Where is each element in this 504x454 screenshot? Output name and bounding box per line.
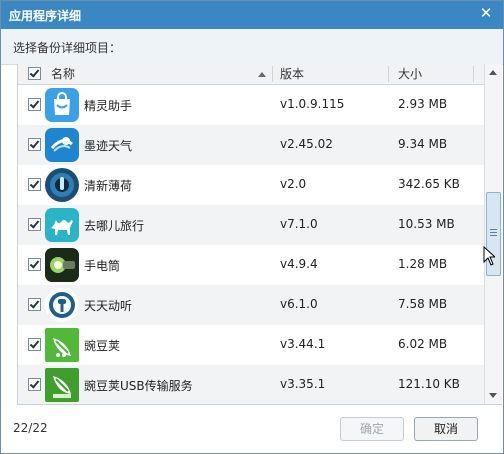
- close-icon[interactable]: ✕: [475, 3, 497, 23]
- app-version: v3.35.1: [280, 377, 326, 391]
- instruction-text: 选择备份详细项目：: [13, 41, 122, 55]
- app-name: 去哪儿旅行: [84, 219, 145, 233]
- peapod-icon: [45, 328, 79, 362]
- app-name: 墨迹天气: [84, 139, 133, 153]
- shopping-bag-icon: [45, 88, 79, 122]
- app-version: v2.45.02: [280, 137, 333, 151]
- app-size: 121.10 KB: [398, 377, 460, 391]
- mouse-cursor-icon: [483, 246, 495, 266]
- row-checkbox[interactable]: [28, 378, 41, 391]
- app-version: v1.0.9.115: [280, 97, 345, 111]
- table-row[interactable]: 豌豆荚USB传输服务 v3.35.1 121.10 KB: [18, 365, 484, 404]
- title-bar: 应用程序详细 ✕: [1, 1, 503, 29]
- grip-line: [490, 235, 497, 236]
- app-name: 手电筒: [84, 259, 121, 273]
- selection-count: 22/22: [13, 421, 48, 435]
- row-checkbox[interactable]: [28, 218, 41, 231]
- app-version: v2.0: [280, 177, 307, 191]
- table-row[interactable]: 豌豆荚 v3.44.1 6.02 MB: [18, 325, 484, 365]
- cancel-button[interactable]: 取消: [414, 417, 478, 441]
- row-checkbox[interactable]: [28, 178, 41, 191]
- scroll-down-icon[interactable]: [489, 393, 497, 398]
- app-name: 豌豆荚USB传输服务: [84, 379, 193, 393]
- column-divider[interactable]: [473, 66, 474, 82]
- app-size: 7.58 MB: [398, 297, 448, 311]
- app-detail-dialog: 应用程序详细 ✕ 选择备份详细项目： 名称 版本 大小 精灵助手 v1.0.9.…: [0, 0, 504, 454]
- grip-line: [490, 229, 497, 230]
- app-name: 清新薄荷: [84, 179, 133, 193]
- sort-asc-icon: [258, 72, 266, 77]
- peapod-usb-icon: [45, 368, 79, 402]
- app-name: 精灵助手: [84, 99, 133, 113]
- table-header: 名称 版本 大小: [18, 64, 484, 85]
- table-body: 精灵助手 v1.0.9.115 2.93 MB 墨迹天气 v2.45.02 9.…: [18, 85, 484, 404]
- column-divider[interactable]: [388, 66, 389, 82]
- app-name: 豌豆荚: [84, 339, 121, 353]
- column-name-header[interactable]: 名称: [51, 64, 75, 84]
- table-row[interactable]: 去哪儿旅行 v7.1.0 10.53 MB: [18, 205, 484, 245]
- row-checkbox[interactable]: [28, 298, 41, 311]
- table-row[interactable]: 精灵助手 v1.0.9.115 2.93 MB: [18, 85, 484, 125]
- table-row[interactable]: 清新薄荷 v2.0 342.65 KB: [18, 165, 484, 205]
- dialog-title: 应用程序详细: [9, 9, 82, 23]
- table-row[interactable]: 天天动听 v6.1.0 7.58 MB: [18, 285, 484, 325]
- app-name: 天天动听: [84, 299, 133, 313]
- row-checkbox[interactable]: [28, 138, 41, 151]
- row-checkbox[interactable]: [28, 338, 41, 351]
- select-all-checkbox[interactable]: [28, 67, 41, 80]
- table-row[interactable]: 墨迹天气 v2.45.02 9.34 MB: [18, 125, 484, 165]
- app-version: v3.44.1: [280, 337, 326, 351]
- app-version: v6.1.0: [280, 297, 318, 311]
- dialog-footer: 22/22 确定 取消: [1, 405, 503, 453]
- vertical-scrollbar[interactable]: [484, 64, 502, 404]
- flashlight-icon: [45, 248, 79, 282]
- grip-line: [490, 232, 497, 233]
- app-size: 2.93 MB: [398, 97, 448, 111]
- column-size-header[interactable]: 大小: [398, 64, 422, 84]
- row-checkbox[interactable]: [28, 98, 41, 111]
- mint-circle-icon: [45, 168, 79, 202]
- headphone-icon: [45, 288, 79, 322]
- app-version: v4.9.4: [280, 257, 318, 271]
- column-divider[interactable]: [272, 66, 273, 82]
- app-version: v7.1.0: [280, 217, 318, 231]
- app-size: 6.02 MB: [398, 337, 448, 351]
- instruction-bar: 选择备份详细项目：: [1, 29, 503, 65]
- camel-icon: [45, 208, 79, 242]
- app-size: 9.34 MB: [398, 137, 448, 151]
- app-size: 10.53 MB: [398, 217, 455, 231]
- row-checkbox[interactable]: [28, 258, 41, 271]
- weather-swirl-icon: [45, 128, 79, 162]
- scroll-up-icon[interactable]: [489, 70, 497, 75]
- ok-button[interactable]: 确定: [340, 417, 404, 441]
- app-size: 342.65 KB: [398, 177, 460, 191]
- column-version-header[interactable]: 版本: [280, 64, 304, 84]
- table-row[interactable]: 手电筒 v4.9.4 1.28 MB: [18, 245, 484, 285]
- app-table: 名称 版本 大小 精灵助手 v1.0.9.115 2.93 MB 墨迹天气 v2…: [17, 64, 502, 405]
- app-size: 1.28 MB: [398, 257, 448, 271]
